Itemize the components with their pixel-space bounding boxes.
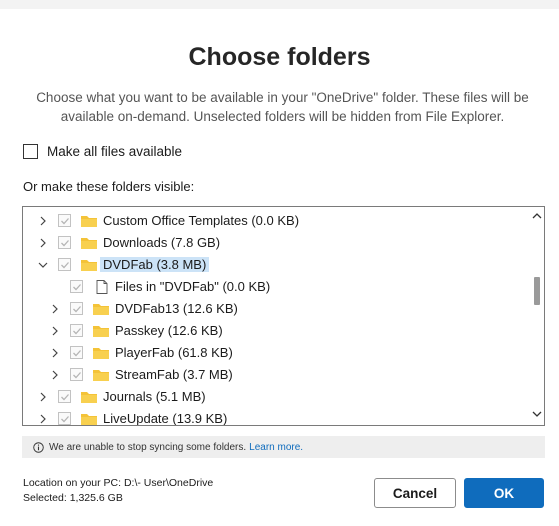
top-bar	[0, 0, 559, 9]
tree-row-label: StreamFab (3.7 MB)	[115, 367, 233, 382]
folder-checkbox[interactable]	[70, 324, 83, 337]
tree-row-label: Journals (5.1 MB)	[103, 389, 206, 404]
folder-icon	[93, 348, 109, 359]
chevron-right-icon[interactable]	[37, 412, 49, 426]
chevron-right-icon[interactable]	[49, 324, 61, 338]
cancel-button[interactable]: Cancel	[374, 478, 456, 508]
dialog-title: Choose folders	[188, 43, 371, 71]
sync-notice-text: We are unable to stop syncing some folde…	[49, 441, 247, 453]
folder-icon	[81, 260, 97, 271]
info-icon	[33, 441, 44, 453]
tree-row[interactable]: Downloads (7.8 GB)	[23, 232, 528, 254]
scroll-up-icon[interactable]	[532, 211, 542, 221]
tree-row[interactable]: PlayerFab (61.8 KB)	[23, 342, 528, 364]
chevron-right-icon[interactable]	[37, 214, 49, 228]
learn-more-link[interactable]: Learn more.	[249, 442, 303, 453]
footer-info: Location on your PC: D:\- User\OneDrive …	[23, 476, 213, 506]
folder-checkbox[interactable]	[70, 302, 83, 315]
folder-icon	[81, 392, 97, 403]
chevron-down-icon[interactable]	[37, 258, 49, 272]
folder-checkbox[interactable]	[70, 346, 83, 359]
chevron-right-icon[interactable]	[37, 236, 49, 250]
folder-icon	[93, 370, 109, 381]
tree-row[interactable]: Passkey (12.6 KB)	[23, 320, 528, 342]
tree-row[interactable]: DVDFab13 (12.6 KB)	[23, 298, 528, 320]
tree-row-label: LiveUpdate (13.9 KB)	[103, 411, 228, 426]
dialog-subtitle: Choose what you want to be available in …	[36, 90, 529, 124]
file-icon	[96, 280, 108, 294]
chevron-right-icon[interactable]	[49, 302, 61, 316]
tree-row-label: Files in "DVDFab" (0.0 KB)	[115, 279, 271, 294]
folder-icon	[81, 414, 97, 425]
scroll-down-icon[interactable]	[532, 409, 542, 419]
tree-row-label: Passkey (12.6 KB)	[115, 323, 223, 338]
folder-icon	[81, 238, 97, 249]
tree-row-label: PlayerFab (61.8 KB)	[115, 345, 233, 360]
folders-visible-label: Or make these folders visible:	[23, 179, 195, 194]
chevron-right-icon[interactable]	[37, 390, 49, 404]
folder-checkbox[interactable]	[70, 280, 83, 293]
tree-row-label: Downloads (7.8 GB)	[103, 235, 221, 250]
folder-checkbox[interactable]	[58, 236, 71, 249]
tree-row[interactable]: LiveUpdate (13.9 KB)	[23, 408, 528, 426]
tree-row[interactable]: StreamFab (3.7 MB)	[23, 364, 528, 386]
location-text: Location on your PC: D:\- User\OneDrive	[23, 477, 214, 489]
sync-notice-bar: We are unable to stop syncing some folde…	[22, 436, 545, 458]
vertical-scrollbar[interactable]	[529, 207, 544, 425]
folder-checkbox[interactable]	[58, 412, 71, 425]
chevron-right-icon[interactable]	[49, 368, 61, 382]
folder-checkbox[interactable]	[58, 390, 71, 403]
folder-icon	[93, 326, 109, 337]
tree-row[interactable]: Custom Office Templates (0.0 KB)	[23, 210, 528, 232]
ok-button[interactable]: OK	[464, 478, 544, 508]
chevron-right-icon[interactable]	[49, 346, 61, 360]
tree-row-label: DVDFab13 (12.6 KB)	[115, 301, 238, 316]
checkbox-box[interactable]	[23, 144, 38, 159]
folder-icon	[93, 304, 109, 315]
folder-checkbox[interactable]	[70, 368, 83, 381]
make-all-files-available-checkbox[interactable]: Make all files available	[23, 143, 182, 160]
tree-row-label: DVDFab (3.8 MB)	[100, 257, 210, 272]
scrollbar-thumb[interactable]	[534, 277, 540, 305]
folder-checkbox[interactable]	[58, 258, 71, 271]
make-all-files-label: Make all files available	[47, 144, 183, 159]
selected-size-text: Selected: 1,325.6 GB	[23, 492, 123, 504]
tree-row[interactable]: DVDFab (3.8 MB)	[23, 254, 528, 276]
tree-row[interactable]: Files in "DVDFab" (0.0 KB)	[23, 276, 528, 298]
folder-icon	[81, 216, 97, 227]
tree-row-label: Custom Office Templates (0.0 KB)	[103, 213, 300, 228]
tree-row[interactable]: Journals (5.1 MB)	[23, 386, 528, 408]
folder-checkbox[interactable]	[58, 214, 71, 227]
folder-tree[interactable]: Custom Office Templates (0.0 KB) Download…	[22, 206, 545, 426]
